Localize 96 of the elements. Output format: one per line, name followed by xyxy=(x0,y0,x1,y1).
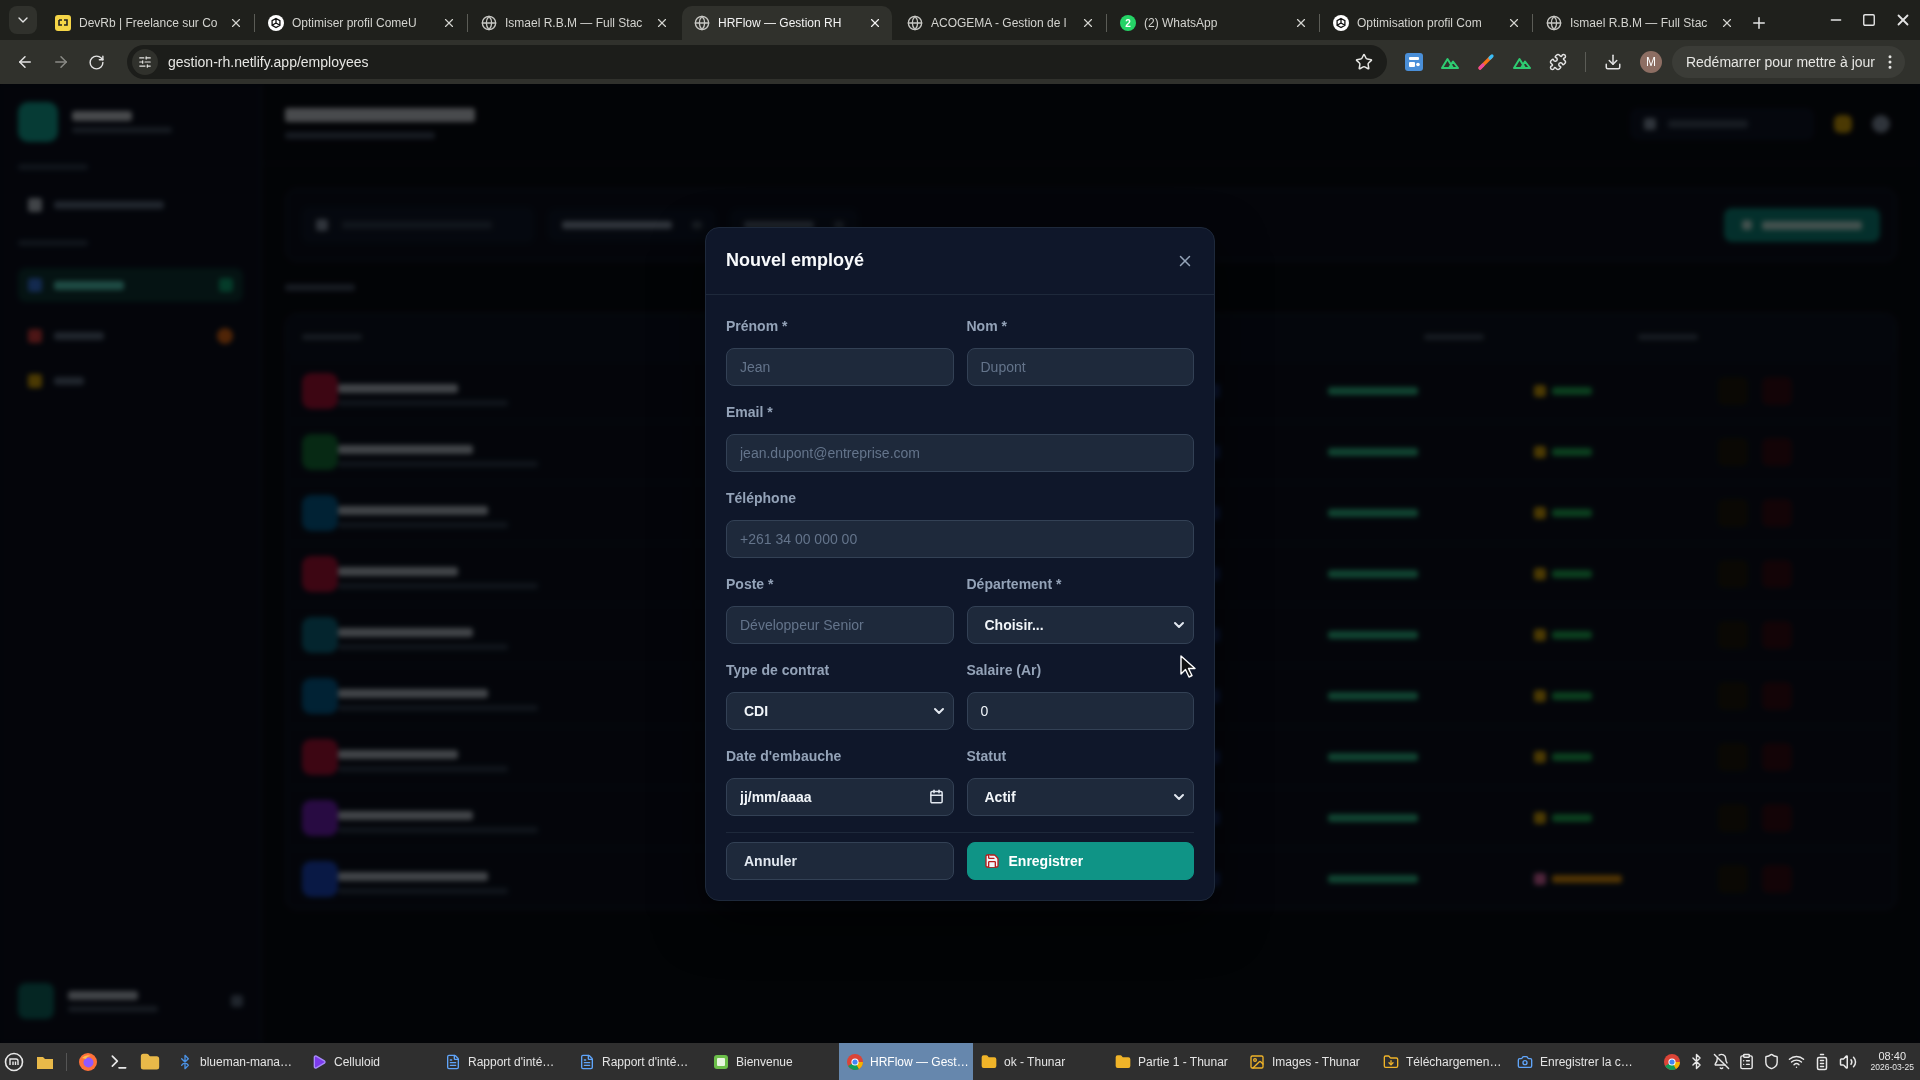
close-tab-icon[interactable] xyxy=(229,16,243,30)
close-tab-icon[interactable] xyxy=(1507,16,1521,30)
field-label: Email * xyxy=(726,402,773,422)
browser-tab[interactable]: DevRb | Freelance sur Co xyxy=(43,6,253,40)
new-tab-icon[interactable] xyxy=(1750,14,1768,32)
forward-icon[interactable] xyxy=(52,53,70,71)
bookmark-star-icon[interactable] xyxy=(1354,53,1373,71)
profile-avatar[interactable]: M xyxy=(1639,51,1662,73)
taskbar-window-button[interactable]: ok - Thunar xyxy=(973,1043,1107,1080)
download-icon[interactable] xyxy=(1603,53,1622,71)
tile-logo-icon xyxy=(55,15,71,31)
window-tile-icon xyxy=(713,1053,729,1070)
clipboard-icon[interactable] xyxy=(1737,1053,1755,1070)
address-bar[interactable]: gestion-rh.netlify.app/employees xyxy=(127,45,1387,79)
taskbar-window-button[interactable]: Téléchargemen… xyxy=(1375,1043,1509,1080)
browser-tab[interactable]: Optimisation profil Com xyxy=(1321,6,1531,40)
field-label: Salaire (Ar) xyxy=(966,660,1042,680)
input-field[interactable]: Développeur Senior xyxy=(726,605,954,644)
back-icon[interactable] xyxy=(16,53,34,71)
field-label: Département * xyxy=(966,574,1062,594)
folder-icon xyxy=(1115,1053,1131,1070)
folder-icon[interactable] xyxy=(140,1051,160,1072)
taskbar-window-button[interactable]: Rapport d'inté… xyxy=(437,1043,571,1080)
reload-icon[interactable] xyxy=(88,53,105,71)
dialog-title: Nouvel employé xyxy=(726,250,865,271)
maximize-icon[interactable] xyxy=(1862,13,1876,27)
field-label: Téléphone xyxy=(726,488,796,508)
clock-date: 2026-03-25 xyxy=(1870,1062,1914,1072)
document-icon xyxy=(445,1053,461,1070)
close-tab-icon[interactable] xyxy=(442,16,456,30)
folder-download-icon xyxy=(1383,1053,1399,1070)
menu-circle-icon[interactable] xyxy=(4,1051,24,1072)
pinwheel-circle-icon[interactable] xyxy=(1663,1053,1680,1070)
number-field[interactable]: 0 xyxy=(966,691,1194,730)
taskbar-window-button[interactable]: Celluloid xyxy=(303,1043,437,1080)
taskbar-window-button[interactable]: Rapport d'inté… xyxy=(571,1043,705,1080)
cancel-button[interactable]: Annuler xyxy=(726,841,954,880)
shield-icon[interactable] xyxy=(1762,1053,1780,1070)
taskbar-window-button[interactable]: Partie 1 - Thunar xyxy=(1107,1043,1241,1080)
date-field[interactable]: jj/mm/aaaa xyxy=(726,777,954,816)
taskbar-window-button[interactable]: Bienvenue xyxy=(705,1043,839,1080)
field-label: Nom * xyxy=(966,316,1007,336)
knot-logo-icon xyxy=(268,15,284,31)
taskbar-window-button[interactable]: Enregistrer la c… xyxy=(1509,1043,1643,1080)
field-label: Date d'embauche xyxy=(726,746,842,766)
folder-icon xyxy=(981,1053,997,1070)
globe-icon xyxy=(907,15,923,31)
close-tab-icon[interactable] xyxy=(1294,16,1308,30)
pen-icon[interactable] xyxy=(1476,53,1495,71)
volume-icon[interactable] xyxy=(1838,1052,1857,1071)
mouse-pointer-icon xyxy=(1180,654,1197,678)
globe-icon xyxy=(481,15,497,31)
field-label: Statut xyxy=(966,746,1007,766)
select-field[interactable]: CDI xyxy=(726,691,954,730)
close-tab-icon[interactable] xyxy=(655,16,669,30)
browser-tab[interactable]: 2 (2) WhatsApp xyxy=(1108,6,1318,40)
knot-logo-icon xyxy=(1333,15,1349,31)
field-label: Poste * xyxy=(726,574,774,594)
pinwheel-circle-icon xyxy=(847,1053,863,1070)
browser-tab[interactable]: ACOGEMA - Gestion de l xyxy=(895,6,1105,40)
flame-circle-icon[interactable] xyxy=(78,1051,98,1072)
document-icon xyxy=(579,1053,595,1070)
input-field[interactable]: Dupont xyxy=(966,347,1194,386)
browser-tab[interactable]: Ismael R.B.M — Full Stac xyxy=(1534,6,1744,40)
extensions-icon[interactable] xyxy=(1548,53,1567,71)
browser-tab[interactable]: Ismael R.B.M — Full Stac xyxy=(469,6,679,40)
tile-logo-icon[interactable] xyxy=(1404,53,1423,71)
input-field[interactable]: +261 34 00 000 00 xyxy=(726,519,1194,558)
picture-icon xyxy=(1249,1053,1265,1070)
clock-time: 08:40 xyxy=(1878,1051,1906,1063)
calendar-icon[interactable] xyxy=(928,788,944,804)
select-field[interactable]: Actif xyxy=(966,777,1194,816)
update-button[interactable]: Redémarrer pour mettre à jour xyxy=(1671,46,1905,78)
camera-icon xyxy=(1517,1053,1533,1070)
site-info-icon[interactable] xyxy=(132,49,158,75)
wifi-icon[interactable] xyxy=(1787,1053,1805,1070)
play-icon xyxy=(311,1053,327,1070)
taskbar-window-button[interactable]: Images - Thunar xyxy=(1241,1043,1375,1080)
browser-tab[interactable]: HRFlow — Gestion RH xyxy=(682,6,892,40)
close-tab-icon[interactable] xyxy=(868,16,882,30)
field-label: Prénom * xyxy=(726,316,788,336)
select-field[interactable]: Choisir... xyxy=(966,605,1194,644)
bell-off-icon[interactable] xyxy=(1712,1053,1730,1070)
count-badge: 2 xyxy=(1120,15,1136,31)
field-label: Type de contrat xyxy=(726,660,830,680)
taskbar-window-button[interactable]: blueman-mana… xyxy=(169,1043,303,1080)
globe-icon xyxy=(694,15,710,31)
input-field[interactable]: Jean xyxy=(726,347,954,386)
taskbar-window-button[interactable]: HRFlow — Gest… xyxy=(839,1043,973,1080)
browser-tab[interactable]: Optimiser profil ComeU xyxy=(256,6,466,40)
close-tab-icon[interactable] xyxy=(1081,16,1095,30)
close-tab-icon[interactable] xyxy=(1720,16,1734,30)
globe-icon xyxy=(1546,15,1562,31)
tab-list-button[interactable] xyxy=(9,6,37,34)
input-field[interactable]: jean.dupont@entreprise.com xyxy=(726,433,1194,472)
save-button[interactable]: Enregistrer xyxy=(966,841,1194,880)
